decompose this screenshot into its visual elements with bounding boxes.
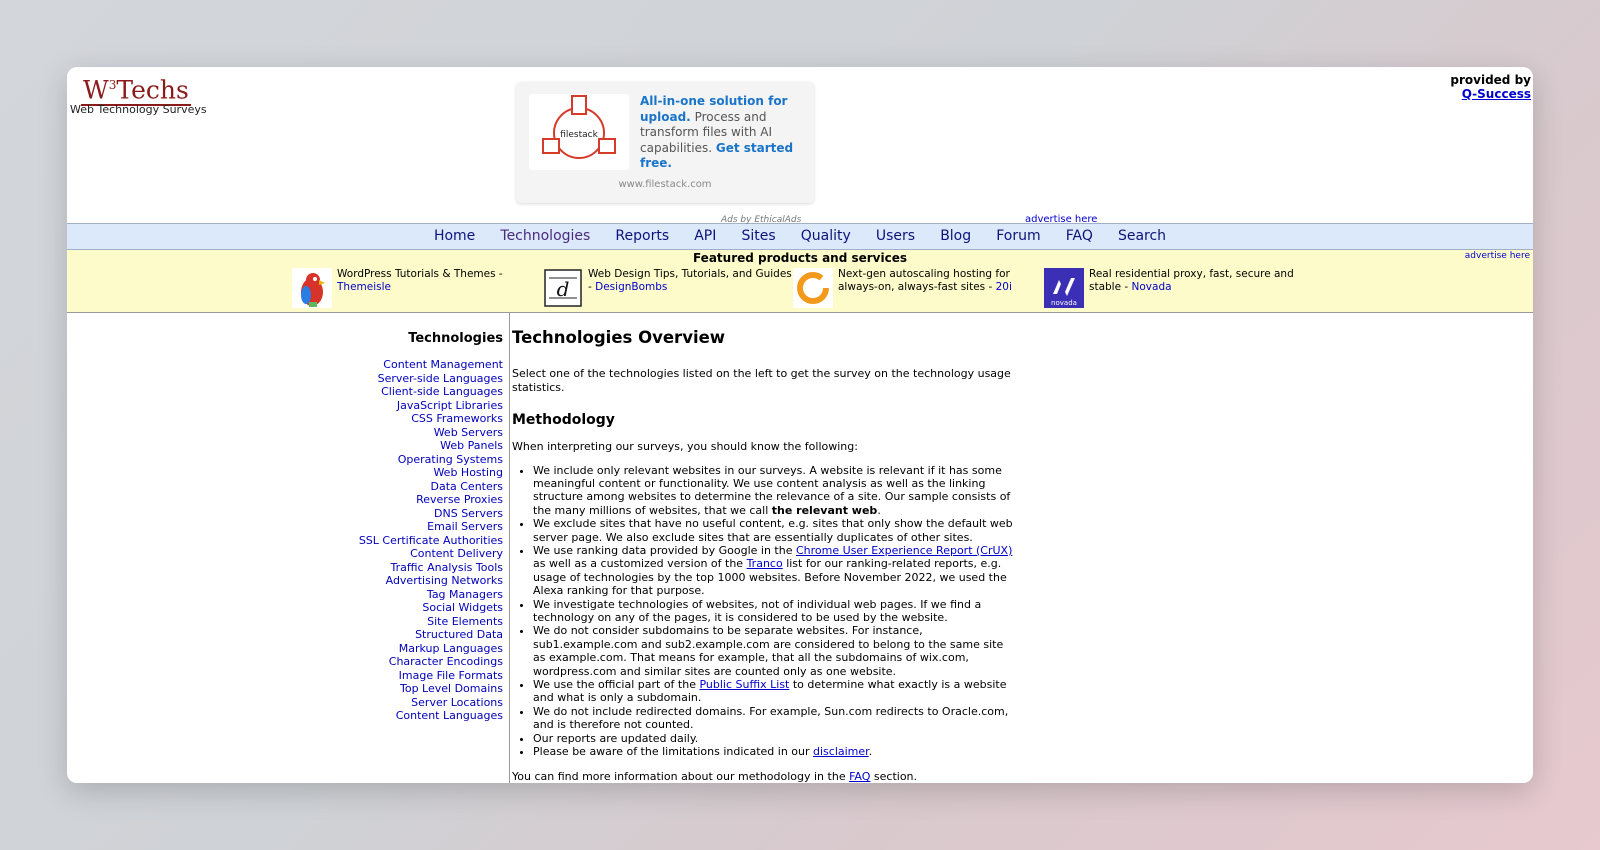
sidebar-item-dns-servers[interactable]: DNS Servers — [327, 507, 503, 521]
featured-advertise-link[interactable]: advertise here — [1465, 251, 1530, 261]
sidebar-item-structured-data[interactable]: Structured Data — [327, 628, 503, 642]
sidebar-item-content-delivery[interactable]: Content Delivery — [327, 547, 503, 561]
list-item: We include only relevant websites in our… — [533, 464, 1017, 518]
nav-technologies[interactable]: Technologies — [500, 224, 590, 249]
sidebar-item-site-elements[interactable]: Site Elements — [327, 615, 503, 629]
sidebar-item-markup-languages[interactable]: Markup Languages — [327, 642, 503, 656]
disclaimer-link[interactable]: disclaimer — [813, 745, 869, 758]
parrot-icon[interactable] — [292, 268, 332, 308]
ad-copy[interactable]: All-in-one solution for upload. Process … — [640, 94, 798, 172]
methodology-list: We include only relevant websites in our… — [512, 464, 1017, 759]
designbombs-link[interactable]: DesignBombs — [595, 281, 667, 293]
w3techs-logo[interactable]: W3Techs — [81, 71, 191, 107]
list-item: Please be aware of the limitations indic… — [533, 745, 1017, 758]
nav-quality[interactable]: Quality — [801, 224, 851, 249]
filestack-ad-image[interactable]: filestack — [529, 94, 629, 170]
main-article: Technologies Overview Select one of the … — [512, 313, 1017, 783]
list-item: We do not include redirected domains. Fo… — [533, 705, 1017, 732]
featured-products: Featured products and services advertise… — [67, 250, 1533, 313]
sidebar-item-data-centers[interactable]: Data Centers — [327, 480, 503, 494]
crux-link[interactable]: Chrome User Experience Report (CrUX) — [796, 544, 1012, 557]
tranco-link[interactable]: Tranco — [747, 557, 783, 570]
site-tagline: Web Technology Surveys — [70, 103, 207, 116]
more-info-paragraph: You can find more information about our … — [512, 770, 918, 783]
nav-search[interactable]: Search — [1118, 224, 1166, 249]
nav-home[interactable]: Home — [434, 224, 475, 249]
browser-window: W3Techs Web Technology Surveys provided … — [67, 67, 1533, 783]
sidebar-title: Technologies — [408, 331, 503, 346]
list-item: We exclude sites that have no useful con… — [533, 517, 1017, 544]
ad-domain[interactable]: www.filestack.com — [516, 179, 814, 190]
sidebar-item-traffic-analysis-tools[interactable]: Traffic Analysis Tools — [327, 561, 503, 575]
sidebar-item-web-panels[interactable]: Web Panels — [327, 439, 503, 453]
sidebar-item-server-side-languages[interactable]: Server-side Languages — [327, 372, 503, 386]
list-item: We do not consider subdomains to be sepa… — [533, 624, 1017, 678]
methodology-heading: Methodology — [512, 412, 615, 428]
sidebar-item-ssl-certificate-authorities[interactable]: SSL Certificate Authorities — [327, 534, 503, 548]
methodology-intro: When interpreting our surveys, you shoul… — [512, 440, 858, 453]
sidebar-item-web-servers[interactable]: Web Servers — [327, 426, 503, 440]
sidebar-item-web-hosting[interactable]: Web Hosting — [327, 466, 503, 480]
sidebar-list: Content Management Server-side Languages C… — [327, 358, 503, 723]
technologies-sidebar: Technologies Content Management Server-si… — [327, 313, 510, 783]
sidebar-item-image-file-formats[interactable]: Image File Formats — [327, 669, 503, 683]
nav-users[interactable]: Users — [876, 224, 915, 249]
svg-text:filestack: filestack — [560, 130, 598, 140]
nav-blog[interactable]: Blog — [940, 224, 971, 249]
sidebar-item-content-management[interactable]: Content Management — [327, 358, 503, 372]
sidebar-item-javascript-libraries[interactable]: JavaScript Libraries — [327, 399, 503, 413]
nav-faq[interactable]: FAQ — [1066, 224, 1093, 249]
faq-link[interactable]: FAQ — [849, 770, 870, 783]
sidebar-item-character-encodings[interactable]: Character Encodings — [327, 655, 503, 669]
20i-ring-icon[interactable] — [793, 268, 833, 308]
provided-by: provided by Q-Success — [1450, 73, 1531, 101]
sidebar-item-operating-systems[interactable]: Operating Systems — [327, 453, 503, 467]
nav-sites[interactable]: Sites — [741, 224, 775, 249]
nav-api[interactable]: API — [694, 224, 716, 249]
list-item: We use the official part of the Public S… — [533, 678, 1017, 705]
list-item: We investigate technologies of websites,… — [533, 598, 1017, 625]
ads-by-ethicalads[interactable]: Ads by EthicalAds — [721, 215, 801, 225]
designbombs-d-icon[interactable]: d — [543, 268, 583, 308]
nav-reports[interactable]: Reports — [615, 224, 669, 249]
sidebar-item-advertising-networks[interactable]: Advertising Networks — [327, 574, 503, 588]
sidebar-item-top-level-domains[interactable]: Top Level Domains — [327, 682, 503, 696]
page-content: Technologies Content Management Server-si… — [67, 313, 1533, 783]
page-title: Technologies Overview — [512, 328, 726, 347]
ethical-ad-card[interactable]: filestack All-in-one solution for upload… — [516, 82, 814, 203]
site-header: W3Techs Web Technology Surveys provided … — [67, 67, 1533, 225]
public-suffix-list-link[interactable]: Public Suffix List — [699, 678, 789, 691]
q-success-link[interactable]: Q-Success — [1450, 87, 1531, 101]
nav-forum[interactable]: Forum — [996, 224, 1040, 249]
sidebar-item-server-locations[interactable]: Server Locations — [327, 696, 503, 710]
sidebar-item-tag-managers[interactable]: Tag Managers — [327, 588, 503, 602]
sidebar-item-css-frameworks[interactable]: CSS Frameworks — [327, 412, 503, 426]
themeisle-link[interactable]: Themeisle — [337, 281, 391, 293]
novada-link[interactable]: Novada — [1132, 281, 1172, 293]
sidebar-item-email-servers[interactable]: Email Servers — [327, 520, 503, 534]
sidebar-item-client-side-languages[interactable]: Client-side Languages — [327, 385, 503, 399]
sidebar-item-social-widgets[interactable]: Social Widgets — [327, 601, 503, 615]
advertise-here-link[interactable]: advertise here — [1025, 214, 1097, 225]
sidebar-item-reverse-proxies[interactable]: Reverse Proxies — [327, 493, 503, 507]
main-nav: Home Technologies Reports API Sites Qual… — [67, 223, 1533, 250]
list-item: We use ranking data provided by Google i… — [533, 544, 1017, 598]
20i-link[interactable]: 20i — [996, 281, 1012, 293]
svg-text:novada: novada — [1051, 299, 1077, 307]
sidebar-item-content-languages[interactable]: Content Languages — [327, 709, 503, 723]
novada-icon[interactable]: novada — [1044, 268, 1084, 308]
list-item: Our reports are updated daily. — [533, 732, 1017, 745]
svg-text:d: d — [557, 277, 570, 301]
intro-paragraph: Select one of the technologies listed on… — [512, 367, 1011, 394]
featured-title: Featured products and services — [692, 251, 908, 265]
